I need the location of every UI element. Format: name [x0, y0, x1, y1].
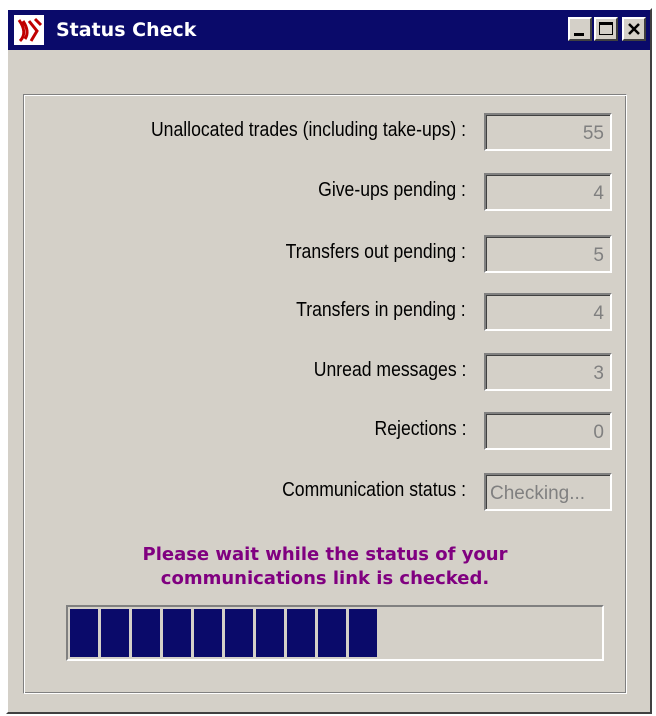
transfers-in-pending-row: Transfers in pending : 4 — [24, 293, 626, 331]
transfers-out-pending-label: Transfers out pending : — [285, 241, 466, 263]
give-ups-pending-label: Give-ups pending : — [318, 179, 466, 201]
rejections-label: Rejections : — [374, 418, 466, 440]
transfers-out-pending-row: Transfers out pending : 5 — [24, 235, 626, 273]
give-ups-pending-row: Give-ups pending : 4 — [24, 173, 626, 211]
maximize-icon — [599, 22, 613, 35]
wait-message-line-1: Please wait while the status of your — [142, 544, 508, 565]
give-ups-pending-field[interactable]: 4 — [484, 173, 612, 211]
rejections-field[interactable]: 0 — [484, 412, 612, 450]
title-bar[interactable]: Status Check — [8, 10, 650, 50]
app-logo-icon[interactable] — [14, 15, 44, 45]
transfers-in-pending-field[interactable]: 4 — [484, 293, 612, 331]
status-check-window: Status Check Unallocated trades (includi… — [6, 8, 652, 714]
unread-messages-row: Unread messages : 3 — [24, 353, 626, 391]
wait-message: Please wait while the status of your com… — [24, 543, 626, 591]
unallocated-trades-row: Unallocated trades (including take-ups) … — [24, 113, 626, 151]
close-icon — [628, 23, 640, 35]
wait-message-line-2: communications link is checked. — [160, 568, 490, 589]
status-group-box: Unallocated trades (including take-ups) … — [23, 94, 627, 694]
window-title: Status Check — [56, 19, 197, 41]
transfers-in-pending-label: Transfers in pending : — [296, 299, 466, 321]
progress-bar-fill — [70, 609, 377, 657]
communication-status-label: Communication status : — [282, 479, 466, 501]
rejections-row: Rejections : 0 — [24, 412, 626, 450]
close-button[interactable] — [622, 17, 646, 41]
unread-messages-field[interactable]: 3 — [484, 353, 612, 391]
progress-bar — [66, 605, 604, 661]
unallocated-trades-field[interactable]: 55 — [484, 113, 612, 151]
communication-status-row: Communication status : Checking... — [24, 473, 626, 511]
unallocated-trades-label: Unallocated trades (including take-ups) … — [150, 119, 466, 141]
minimize-icon — [574, 33, 584, 36]
minimize-button[interactable] — [568, 17, 592, 41]
transfers-out-pending-field[interactable]: 5 — [484, 235, 612, 273]
unread-messages-label: Unread messages : — [313, 359, 466, 381]
communication-status-field[interactable]: Checking... — [484, 473, 612, 511]
maximize-button[interactable] — [594, 17, 618, 41]
